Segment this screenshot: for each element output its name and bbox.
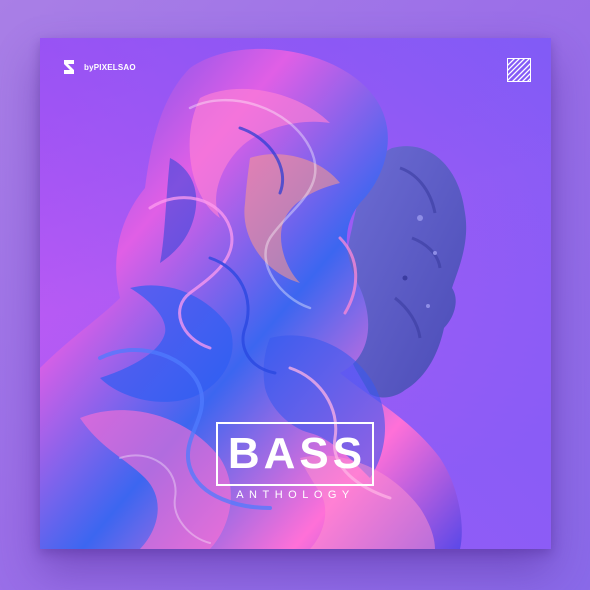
- pixelsao-logo-icon: [64, 60, 74, 74]
- album-cover: byPIXELSAO BASS ANTHOLOGY: [40, 38, 551, 549]
- page-stage: byPIXELSAO BASS ANTHOLOGY: [0, 0, 590, 590]
- title-frame: BASS: [216, 422, 374, 486]
- brand-name: byPIXELSAO: [84, 62, 136, 72]
- diagonal-stripes-icon: [507, 58, 531, 82]
- brand: byPIXELSAO: [60, 58, 136, 76]
- album-subtitle: ANTHOLOGY: [236, 489, 355, 501]
- album-title: BASS: [227, 429, 367, 478]
